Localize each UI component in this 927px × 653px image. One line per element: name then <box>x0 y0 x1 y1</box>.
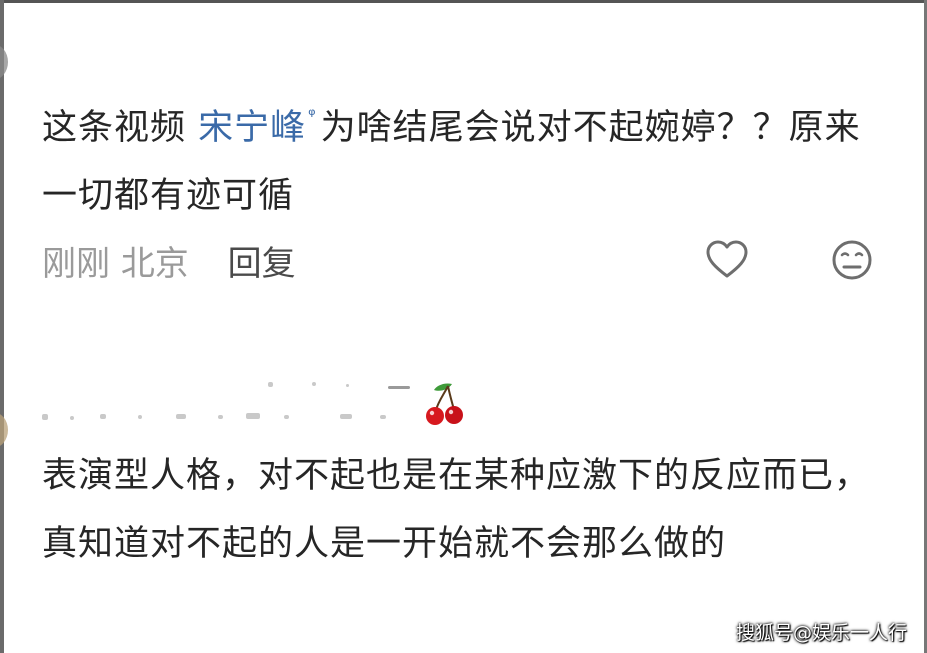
comment-text: 表演型人格，对不起也是在某种应激下的反应而已，真知道对不起的人是一开始就不会那么… <box>42 456 871 564</box>
comment-meta: 刚刚 北京 回复 <box>42 236 296 285</box>
frame-left-border <box>0 0 4 653</box>
heart-outline-icon[interactable] <box>705 238 749 282</box>
timestamp: 刚刚 <box>42 244 110 284</box>
watermark: 搜狐号@娱乐一人行 <box>735 622 907 644</box>
blurred-username[interactable] <box>40 376 440 432</box>
avatar[interactable] <box>0 44 8 80</box>
neutral-face-icon[interactable] <box>830 238 874 282</box>
comment-text: 这条视频 宋宁峰 ᵠ 为啥结尾会说对不起婉婷？？原来一切都有迹可循 <box>42 82 862 230</box>
cherry-icon <box>426 383 463 425</box>
search-icon[interactable]: ᵠ <box>308 105 316 126</box>
reply-button[interactable]: 回复 <box>228 244 296 284</box>
comment-text-prefix: 这条视频 <box>42 108 199 148</box>
location: 北京 <box>120 244 189 284</box>
user-mention-link[interactable]: 宋宁峰 <box>198 108 306 148</box>
avatar[interactable] <box>0 412 8 448</box>
frame-top-border <box>0 0 927 3</box>
